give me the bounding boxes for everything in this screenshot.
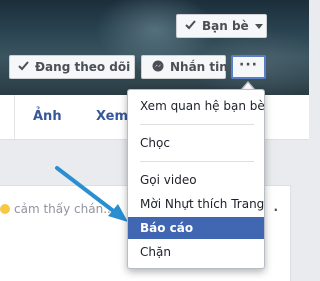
menu-separator xyxy=(140,124,254,125)
menu-item-invite-like-page[interactable]: Mời Nhựt thích Trang xyxy=(128,193,264,215)
menu-item-block[interactable]: Chặn xyxy=(128,241,264,263)
menu-separator xyxy=(140,161,254,162)
menu-item-report[interactable]: Báo cáo xyxy=(128,217,264,239)
menu-item-poke[interactable]: Chọc xyxy=(128,132,264,154)
more-options-menu: Xem quan hệ bạn bè Chọc Gọi video Mời Nh… xyxy=(127,89,265,269)
menu-item-video-call[interactable]: Gọi video xyxy=(128,169,264,191)
menu-item-view-friendship[interactable]: Xem quan hệ bạn bè xyxy=(128,95,265,117)
